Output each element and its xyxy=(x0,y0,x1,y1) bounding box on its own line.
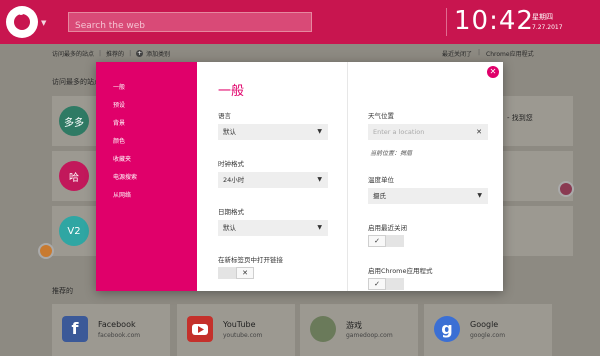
tile-avatar: V2 xyxy=(59,216,89,246)
recent-closed-toggle[interactable]: ✓ xyxy=(368,235,404,247)
temp-unit-label: 温度单位 xyxy=(368,176,394,184)
date-format-select[interactable]: 默认 ▼ xyxy=(218,220,328,236)
recommended-url: youtube.com xyxy=(223,332,263,339)
open-links-label: 在新标签页中打开链接 xyxy=(218,256,283,264)
recommended-item[interactable]: g Google google.com xyxy=(424,304,552,356)
open-links-toggle[interactable]: ✕ xyxy=(218,267,254,279)
scroll-left-icon[interactable] xyxy=(38,243,54,259)
clear-icon[interactable]: ✕ xyxy=(476,124,482,140)
site-tile[interactable] xyxy=(503,206,573,256)
site-tile[interactable]: 哈 xyxy=(52,151,98,201)
chevron-down-icon: ▼ xyxy=(317,128,322,135)
settings-modal: 一般 预设 背景 颜色 收藏夹 电源搜索 从网络 ✕ 一般 语言 默认 ▼ 时钟格… xyxy=(96,62,503,291)
chrome-apps-label: 启用Chrome应用程式 xyxy=(368,267,433,275)
toggle-off-icon: ✕ xyxy=(236,267,254,279)
facebook-icon: f xyxy=(62,316,88,342)
language-select[interactable]: 默认 ▼ xyxy=(218,124,328,140)
nav-recently-closed[interactable]: 最近关闭了 xyxy=(442,49,472,58)
tile-avatar: 哈 xyxy=(59,161,89,191)
tile-label: - 找到您 xyxy=(507,114,533,122)
nav-add-category[interactable]: 添加类别 xyxy=(146,49,170,58)
menu-item-presets[interactable]: 预设 xyxy=(113,100,125,109)
recommended-item[interactable]: YouTube youtube.com xyxy=(177,304,295,356)
menu-item-power-search[interactable]: 电源搜索 xyxy=(113,172,137,181)
close-icon[interactable]: ✕ xyxy=(487,66,499,78)
recommended-title: Facebook xyxy=(98,320,136,329)
most-visited-heading: 访问最多的站点 xyxy=(52,78,101,86)
recent-closed-label: 启用最近关闭 xyxy=(368,224,407,232)
top-bar: ▼ 10:42 星期四 7.27.2017 xyxy=(0,0,600,44)
menu-item-favorites[interactable]: 收藏夹 xyxy=(113,154,131,163)
weather-location-input[interactable]: Enter a location ✕ xyxy=(368,124,488,140)
recommended-heading: 推荐的 xyxy=(52,287,73,295)
chevron-down-icon[interactable]: ▼ xyxy=(41,19,46,27)
nav-bar: 访问最多的站点 | 推荐的 | + 添加类别 最近关闭了 | Chrome应用程… xyxy=(0,44,600,62)
menu-item-background[interactable]: 背景 xyxy=(113,118,125,127)
settings-sidebar: 一般 预设 背景 颜色 收藏夹 电源搜索 从网络 xyxy=(96,62,197,291)
recommended-url: gamedoop.com xyxy=(346,332,393,339)
chrome-apps-toggle[interactable]: ✓ xyxy=(368,278,404,290)
recommended-url: google.com xyxy=(470,332,506,339)
recommended-url: facebook.com xyxy=(98,332,141,339)
menu-item-color[interactable]: 颜色 xyxy=(113,136,125,145)
clock: 10:42 xyxy=(454,6,534,36)
date: 7.27.2017 xyxy=(532,24,563,31)
site-tile[interactable]: V2 xyxy=(52,206,98,256)
chevron-down-icon: ▼ xyxy=(477,192,482,199)
nav-recommended[interactable]: 推荐的 xyxy=(106,49,124,58)
games-icon xyxy=(310,316,336,342)
app-logo-icon[interactable] xyxy=(6,6,38,38)
current-location: 当前位置：揭眉 xyxy=(370,150,413,157)
chevron-down-icon: ▼ xyxy=(317,224,322,231)
site-tile[interactable]: - 找到您 xyxy=(503,96,573,146)
clock-format-label: 时钟格式 xyxy=(218,160,244,168)
google-icon: g xyxy=(434,316,460,342)
recommended-title: Google xyxy=(470,320,499,329)
search-box[interactable] xyxy=(68,12,312,35)
site-tile[interactable]: 多多 xyxy=(52,96,98,146)
weekday: 星期四 xyxy=(532,13,553,21)
recommended-title: YouTube xyxy=(223,320,256,329)
search-input[interactable] xyxy=(69,17,311,35)
plus-icon[interactable]: + xyxy=(136,50,144,57)
divider xyxy=(446,8,447,36)
nav-most-visited[interactable]: 访问最多的站点 xyxy=(52,49,94,58)
tile-avatar: 多多 xyxy=(59,106,89,136)
recommended-item[interactable]: f Facebook facebook.com xyxy=(52,304,170,356)
scroll-right-icon[interactable] xyxy=(558,181,574,197)
checkmark-icon: ✓ xyxy=(368,278,386,290)
settings-title: 一般 xyxy=(218,84,245,99)
menu-item-from-web[interactable]: 从网络 xyxy=(113,190,131,199)
recommended-item[interactable]: 游戏 gamedoop.com xyxy=(300,304,418,356)
checkmark-icon: ✓ xyxy=(368,235,386,247)
temp-unit-select[interactable]: 摄氏 ▼ xyxy=(368,188,488,204)
date-format-label: 日期格式 xyxy=(218,208,244,216)
weather-label: 天气位置 xyxy=(368,112,394,120)
nav-chrome-apps[interactable]: Chrome应用程式 xyxy=(486,49,534,58)
language-label: 语言 xyxy=(218,112,231,120)
recommended-title: 游戏 xyxy=(346,321,362,330)
youtube-icon xyxy=(187,316,213,342)
menu-item-general[interactable]: 一般 xyxy=(113,82,125,91)
clock-format-select[interactable]: 24小时 ▼ xyxy=(218,172,328,188)
chevron-down-icon: ▼ xyxy=(317,176,322,183)
